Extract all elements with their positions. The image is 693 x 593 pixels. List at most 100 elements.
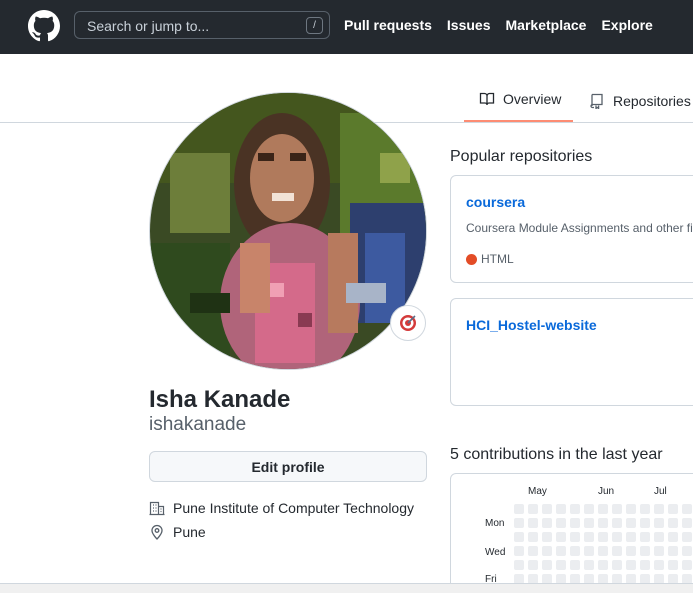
repo-language: HTML: [466, 252, 514, 266]
contribution-cell[interactable]: [682, 560, 692, 570]
contribution-cell[interactable]: [584, 532, 594, 542]
contribution-cell[interactable]: [654, 504, 664, 514]
nav-marketplace[interactable]: Marketplace: [506, 17, 587, 33]
contribution-cell[interactable]: [556, 546, 566, 556]
contribution-cell[interactable]: [542, 546, 552, 556]
contribution-cell[interactable]: [668, 532, 678, 542]
contribution-cell[interactable]: [570, 546, 580, 556]
tab-repositories[interactable]: Repositories: [589, 91, 693, 111]
search-input[interactable]: Search or jump to... /: [74, 11, 330, 39]
contribution-cell[interactable]: [514, 546, 524, 556]
repo-card: HCI_Hostel-website: [450, 298, 693, 406]
contribution-cell[interactable]: [612, 504, 622, 514]
language-label: HTML: [481, 252, 514, 266]
tab-overview[interactable]: Overview: [479, 91, 561, 107]
contribution-cell[interactable]: [654, 560, 664, 570]
contribution-cell[interactable]: [542, 532, 552, 542]
day-label: Mon: [485, 518, 505, 529]
contribution-cell[interactable]: [556, 532, 566, 542]
contribution-cell[interactable]: [556, 518, 566, 528]
repo-link[interactable]: coursera: [466, 194, 525, 210]
contribution-cell[interactable]: [598, 532, 608, 542]
contribution-cell[interactable]: [612, 560, 622, 570]
contribution-cell[interactable]: [528, 560, 538, 570]
contribution-cell[interactable]: [598, 560, 608, 570]
contribution-cell[interactable]: [640, 518, 650, 528]
contribution-cell[interactable]: [640, 546, 650, 556]
contribution-cell[interactable]: [654, 518, 664, 528]
contribution-cell[interactable]: [626, 504, 636, 514]
contribution-cell[interactable]: [612, 546, 622, 556]
contribution-cell[interactable]: [654, 532, 664, 542]
contribution-cell[interactable]: [514, 504, 524, 514]
contribution-cell[interactable]: [668, 518, 678, 528]
edit-profile-button[interactable]: Edit profile: [149, 451, 427, 482]
contribution-cell[interactable]: [682, 504, 692, 514]
contribution-cell[interactable]: [514, 560, 524, 570]
book-icon: [479, 92, 495, 106]
nav-issues[interactable]: Issues: [447, 17, 491, 33]
day-label: Wed: [485, 547, 506, 558]
contribution-cell[interactable]: [542, 504, 552, 514]
nav-explore[interactable]: Explore: [601, 17, 652, 33]
contribution-cell[interactable]: [570, 560, 580, 570]
header-nav: Pull requests Issues Marketplace Explore: [344, 17, 653, 33]
contribution-cell[interactable]: [668, 504, 678, 514]
avatar[interactable]: [149, 92, 427, 370]
status-button[interactable]: [390, 305, 426, 341]
active-tab-underline: [464, 120, 573, 122]
bottom-scrollbar[interactable]: [0, 583, 693, 593]
contribution-cell[interactable]: [626, 546, 636, 556]
contribution-cell[interactable]: [528, 546, 538, 556]
contribution-graph: May Jun Jul Mon Wed Fri: [450, 473, 693, 593]
contribution-cell[interactable]: [640, 532, 650, 542]
language-color-dot: [466, 253, 477, 265]
contribution-cell[interactable]: [598, 504, 608, 514]
repo-card: coursera Coursera Module Assignments and…: [450, 175, 693, 283]
contributions-heading: 5 contributions in the last year: [450, 446, 663, 463]
contribution-cell[interactable]: [514, 518, 524, 528]
contribution-cell[interactable]: [612, 532, 622, 542]
github-logo-icon[interactable]: [28, 10, 60, 42]
contribution-cell[interactable]: [584, 560, 594, 570]
contribution-cell[interactable]: [626, 560, 636, 570]
location-text: Pune: [173, 524, 206, 540]
contribution-cell[interactable]: [570, 518, 580, 528]
contribution-cell[interactable]: [570, 504, 580, 514]
nav-pull-requests[interactable]: Pull requests: [344, 17, 432, 33]
search-shortcut-badge: /: [306, 17, 323, 34]
contribution-cell[interactable]: [514, 532, 524, 542]
search-placeholder: Search or jump to...: [87, 18, 210, 34]
contribution-cell[interactable]: [626, 518, 636, 528]
contribution-cell[interactable]: [668, 560, 678, 570]
contribution-cell[interactable]: [570, 532, 580, 542]
tab-overview-label: Overview: [503, 91, 562, 107]
contribution-cell[interactable]: [556, 504, 566, 514]
contribution-cell[interactable]: [556, 560, 566, 570]
contribution-cell[interactable]: [682, 518, 692, 528]
organization-text: Pune Institute of Computer Technology: [173, 500, 415, 516]
contribution-cell[interactable]: [584, 546, 594, 556]
contribution-cell[interactable]: [654, 546, 664, 556]
contribution-cell[interactable]: [640, 560, 650, 570]
contribution-cell[interactable]: [682, 532, 692, 542]
contribution-cell[interactable]: [598, 546, 608, 556]
contribution-cell[interactable]: [542, 518, 552, 528]
contribution-cell[interactable]: [584, 504, 594, 514]
month-label: Jun: [598, 486, 615, 497]
contribution-cell[interactable]: [542, 560, 552, 570]
contribution-cell[interactable]: [640, 504, 650, 514]
contribution-cell[interactable]: [626, 532, 636, 542]
tab-repositories-label: Repositories: [613, 93, 691, 109]
contribution-cell[interactable]: [528, 532, 538, 542]
popular-repositories-heading: Popular repositories: [450, 148, 593, 165]
contribution-cell[interactable]: [528, 518, 538, 528]
contribution-cell[interactable]: [668, 546, 678, 556]
contribution-cell[interactable]: [584, 518, 594, 528]
repo-link[interactable]: HCI_Hostel-website: [466, 317, 597, 333]
contribution-cell[interactable]: [598, 518, 608, 528]
profile-name: Isha Kanade: [149, 386, 291, 413]
contribution-cell[interactable]: [682, 546, 692, 556]
contribution-cell[interactable]: [528, 504, 538, 514]
contribution-cell[interactable]: [612, 518, 622, 528]
